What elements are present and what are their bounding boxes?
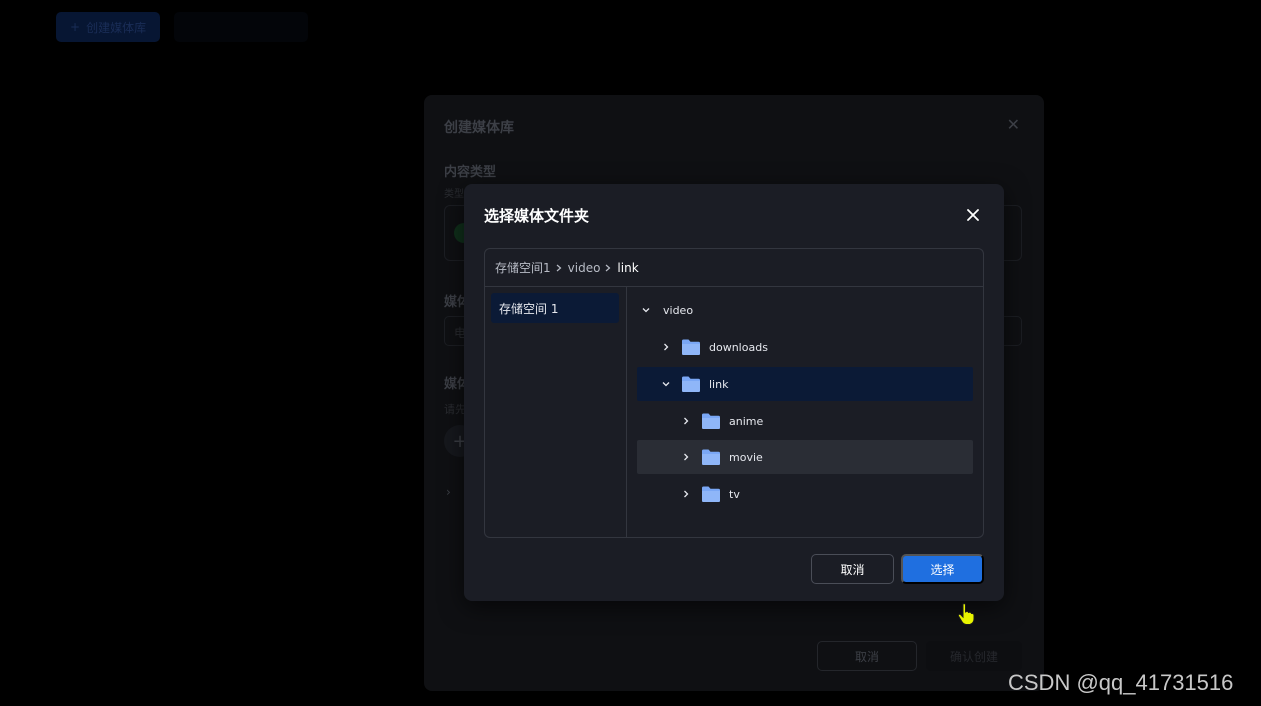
hand-pointer-icon [957, 603, 975, 625]
chevron-down-icon[interactable] [661, 379, 671, 389]
chevron-right-icon: › [446, 485, 451, 499]
media-folder-hint: 请先 [444, 403, 466, 416]
folder-icon [681, 338, 701, 356]
breadcrumb-item-video[interactable]: video [568, 261, 601, 275]
tree-label: downloads [709, 340, 768, 354]
tree-row-downloads[interactable]: downloads [637, 330, 973, 364]
tree-label: video [663, 303, 694, 317]
tree-row-video[interactable]: video [637, 293, 973, 327]
create-library-label: 创建媒体库 [86, 20, 147, 35]
app-screen: + 创建媒体库 创建媒体库 ✕ 内容类型 类型 媒体 电 媒体 请先 + › 取… [0, 0, 1261, 706]
watermark: CSDN @qq_41731516 [1008, 670, 1234, 695]
chevron-down-icon[interactable] [641, 305, 651, 315]
create-library-title: 创建媒体库 [444, 120, 514, 136]
folder-icon [701, 448, 721, 466]
chevron-right-icon[interactable] [661, 342, 671, 352]
folder-icon [701, 485, 721, 503]
close-icon: ✕ [1006, 115, 1020, 134]
chevron-right-icon [556, 264, 562, 272]
confirm-create-button: 确认创建 [926, 641, 1022, 671]
tree-row-link[interactable]: link [637, 367, 973, 401]
plus-icon: + [70, 20, 81, 34]
tree-label: movie [729, 450, 763, 464]
tree-label: tv [729, 487, 740, 501]
content-type-label: 内容类型 [444, 165, 497, 180]
browser-panes: 存储空间 1 video downloads link anime movie … [485, 287, 983, 537]
cancel-button[interactable]: 取消 [811, 554, 894, 584]
tree-label: anime [729, 414, 764, 428]
chevron-right-icon[interactable] [681, 452, 691, 462]
chevron-right-icon[interactable] [681, 416, 691, 426]
chevron-right-icon [605, 264, 611, 272]
folder-icon [681, 375, 701, 393]
folder-icon [701, 412, 721, 430]
tree-row-movie[interactable]: movie [637, 440, 973, 474]
create-library-button: + 创建媒体库 [56, 12, 161, 42]
dialog-title: 选择媒体文件夹 [484, 207, 590, 225]
close-button[interactable] [962, 204, 984, 226]
select-folder-dialog: 选择媒体文件夹 存储空间1 video link 存储空间 1 video do… [464, 184, 1004, 601]
tree-label: link [709, 377, 729, 391]
storage-list: 存储空间 1 [485, 287, 627, 537]
close-icon [967, 209, 979, 221]
chevron-right-icon[interactable] [681, 489, 691, 499]
storage-item[interactable]: 存储空间 1 [491, 293, 619, 323]
folder-browser: 存储空间1 video link 存储空间 1 video downloads … [484, 248, 984, 538]
tree-row-tv[interactable]: tv [637, 477, 973, 511]
breadcrumb-item-link[interactable]: link [617, 261, 638, 275]
breadcrumb-item-storage[interactable]: 存储空间1 [495, 259, 551, 276]
background-toolbar: + 创建媒体库 [56, 12, 309, 42]
breadcrumb: 存储空间1 video link [485, 249, 983, 287]
content-type-hint: 类型 [444, 189, 464, 200]
select-button[interactable]: 选择 [901, 554, 984, 584]
folder-tree: video downloads link anime movie tv [627, 287, 983, 537]
underlying-cancel-button: 取消 [817, 641, 917, 671]
background-toolbar-item [174, 12, 309, 42]
tree-row-anime[interactable]: anime [637, 404, 973, 438]
